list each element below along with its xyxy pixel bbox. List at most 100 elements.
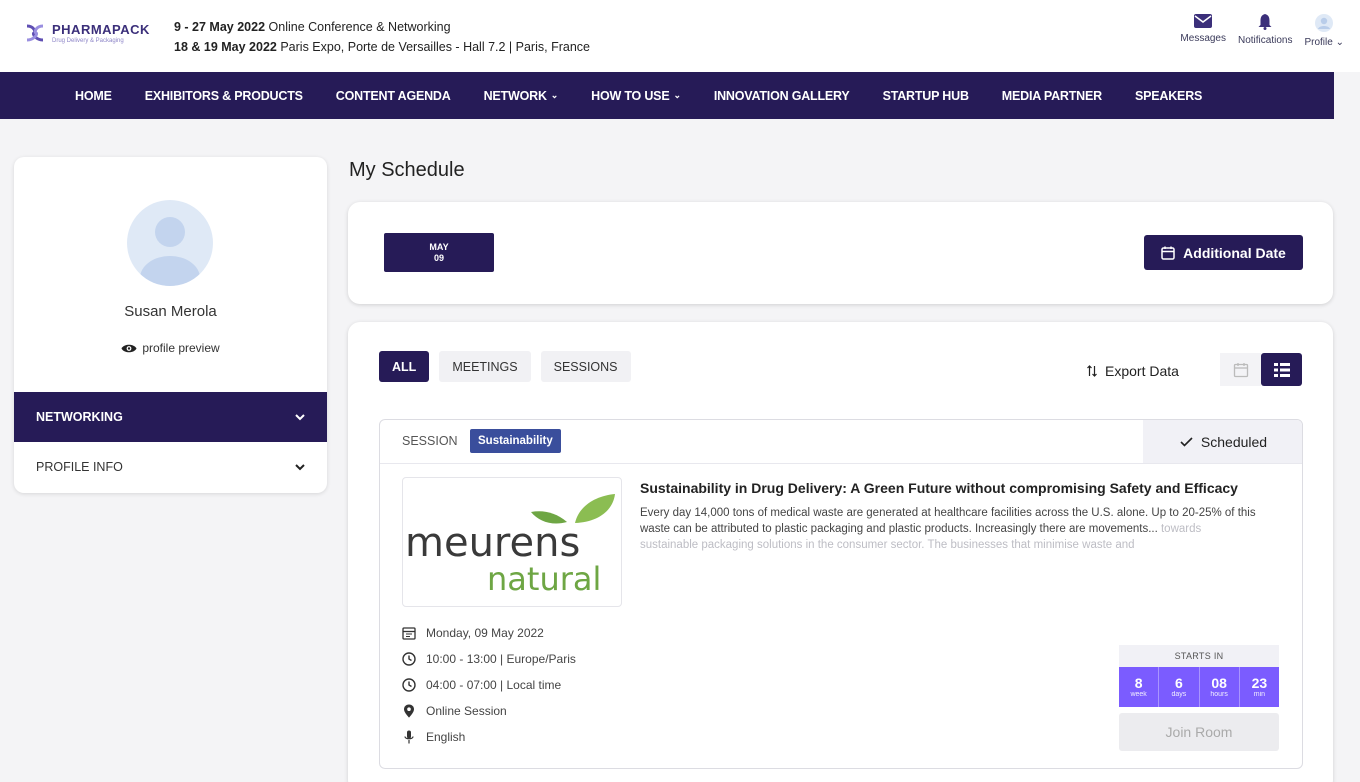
logo-name: PHARMAPACK bbox=[52, 21, 150, 37]
countdown-num: 08 bbox=[1211, 674, 1227, 691]
session-location: Online Session bbox=[402, 698, 576, 724]
countdown-unit: week bbox=[1130, 690, 1147, 698]
date-selector-card: MAY 09 Additional Date bbox=[348, 202, 1333, 304]
logo-word-natural: natural bbox=[487, 560, 601, 598]
countdown-weeks: 8 week bbox=[1119, 667, 1160, 707]
notifications-button[interactable]: Notifications bbox=[1238, 14, 1292, 48]
scheduled-label: Scheduled bbox=[1200, 433, 1268, 450]
nav-innovation-gallery[interactable]: INNOVATION GALLERY bbox=[714, 89, 850, 103]
session-date-text: Monday, 09 May 2022 bbox=[426, 626, 544, 640]
user-name: Susan Merola bbox=[124, 303, 217, 320]
session-type: SESSION bbox=[402, 434, 458, 448]
session-card-header: SESSION Sustainability Scheduled bbox=[380, 420, 1302, 464]
tab-sessions[interactable]: SESSIONS bbox=[540, 351, 631, 382]
session-title[interactable]: Sustainability in Drug Delivery: A Green… bbox=[640, 480, 1280, 496]
countdown-num: 23 bbox=[1251, 674, 1268, 691]
session-language: English bbox=[402, 724, 576, 750]
page-title: My Schedule bbox=[349, 159, 465, 181]
session-card[interactable]: SESSION Sustainability Scheduled meurens… bbox=[379, 419, 1303, 769]
session-event-time: 10:00 - 13:00 | Europe/Paris bbox=[402, 646, 576, 672]
main-nav: HOME EXHIBITORS & PRODUCTS CONTENT AGEND… bbox=[0, 72, 1334, 119]
list-view-button[interactable] bbox=[1261, 353, 1302, 386]
join-room-button[interactable]: Join Room bbox=[1119, 713, 1279, 751]
top-actions: Messages Notifications Profile ⌄ bbox=[1180, 14, 1344, 48]
profile-preview-link[interactable]: profile preview bbox=[14, 341, 327, 355]
session-local-time-text: 04:00 - 07:00 | Local time bbox=[426, 678, 562, 692]
nav-startup-hub[interactable]: STARTUP HUB bbox=[883, 89, 969, 103]
schedule-list-card: ALL MEETINGS SESSIONS Export Data SESSIO… bbox=[348, 322, 1333, 782]
check-icon bbox=[1180, 436, 1193, 447]
nav-how-to-use[interactable]: HOW TO USE ⌄ bbox=[591, 89, 681, 103]
avatar-icon bbox=[1315, 14, 1334, 32]
countdown-hours: 08 hours bbox=[1200, 667, 1240, 707]
logo-sub: Drug Delivery & Packaging bbox=[52, 37, 124, 44]
profile-label: Profile ⌄ bbox=[1304, 37, 1344, 48]
chevron-down-icon bbox=[295, 413, 305, 420]
notifications-label: Notifications bbox=[1238, 35, 1293, 46]
envelope-icon bbox=[1194, 14, 1213, 28]
calendar-view-button[interactable] bbox=[1220, 353, 1261, 386]
additional-date-label: Additional Date bbox=[1183, 244, 1286, 261]
tab-all[interactable]: ALL bbox=[379, 351, 430, 382]
event-online-text: Online Conference & Networking bbox=[268, 20, 451, 34]
calendar-icon bbox=[1161, 246, 1175, 260]
session-date: Monday, 09 May 2022 bbox=[402, 620, 576, 646]
messages-label: Messages bbox=[1180, 33, 1226, 44]
profile-button[interactable]: Profile ⌄ bbox=[1304, 14, 1344, 48]
clock-icon bbox=[402, 652, 416, 666]
nav-network-label: NETWORK bbox=[483, 88, 547, 103]
countdown-num: 8 bbox=[1134, 674, 1143, 691]
sort-arrows-icon bbox=[1087, 365, 1097, 377]
nav-exhibitors[interactable]: EXHIBITORS & PRODUCTS bbox=[145, 89, 303, 103]
sidebar-item-label: NETWORKING bbox=[36, 410, 123, 424]
event-venue-date: 18 & 19 May 2022 bbox=[174, 40, 277, 54]
tab-meetings[interactable]: MEETINGS bbox=[439, 351, 531, 382]
countdown-row: 8 week 6 days 08 hours 23 min bbox=[1119, 667, 1279, 707]
session-event-time-text: 10:00 - 13:00 | Europe/Paris bbox=[426, 652, 576, 666]
sidebar-item-label: PROFILE INFO bbox=[36, 460, 123, 474]
event-online-date: 9 - 27 May 2022 bbox=[174, 20, 266, 34]
calendar-icon bbox=[1233, 362, 1248, 377]
clock-icon bbox=[402, 678, 416, 692]
date-chip-may-09[interactable]: MAY 09 bbox=[384, 233, 494, 272]
logo-mark-icon bbox=[26, 24, 44, 42]
user-silhouette-icon bbox=[140, 217, 200, 286]
nav-network[interactable]: NETWORK ⌄ bbox=[484, 89, 559, 103]
session-tag[interactable]: Sustainability bbox=[470, 429, 561, 453]
event-venue-text: Paris Expo, Porte de Versailles - Hall 7… bbox=[280, 40, 590, 54]
chevron-down-icon: ⌄ bbox=[550, 90, 559, 100]
countdown-unit: min bbox=[1253, 690, 1266, 698]
export-data-button[interactable]: Export Data bbox=[1087, 363, 1179, 379]
countdown-unit: hours bbox=[1210, 690, 1228, 698]
session-description: Every day 14,000 tons of medical waste a… bbox=[640, 505, 1260, 553]
calendar-icon bbox=[402, 627, 416, 640]
filter-tabs: ALL MEETINGS SESSIONS bbox=[379, 351, 631, 382]
view-toggle bbox=[1220, 353, 1302, 386]
session-language-text: English bbox=[426, 730, 466, 744]
sidebar-item-networking[interactable]: NETWORKING bbox=[14, 392, 327, 442]
sponsor-logo: meurens natural bbox=[402, 477, 622, 607]
date-chip-day: 09 bbox=[433, 252, 444, 263]
nav-content-agenda[interactable]: CONTENT AGENDA bbox=[336, 89, 451, 103]
countdown-minutes: 23 min bbox=[1240, 667, 1279, 707]
pharmapack-logo[interactable]: PHARMAPACK Drug Delivery & Packaging bbox=[24, 22, 150, 44]
starts-in-label: STARTS IN bbox=[1119, 645, 1279, 667]
session-meta: Monday, 09 May 2022 10:00 - 13:00 | Euro… bbox=[402, 620, 576, 750]
export-data-label: Export Data bbox=[1105, 363, 1179, 379]
eye-icon bbox=[121, 344, 137, 352]
profile-sidebar: Susan Merola profile preview NETWORKING … bbox=[14, 157, 327, 493]
scheduled-status-button[interactable]: Scheduled bbox=[1143, 420, 1302, 463]
meurens-natural-logo: meurens natural bbox=[405, 494, 615, 598]
chevron-down-icon bbox=[295, 463, 305, 470]
sidebar-item-profile-info[interactable]: PROFILE INFO bbox=[14, 442, 327, 492]
countdown-days: 6 days bbox=[1159, 667, 1200, 707]
event-info: 9 - 27 May 2022 Online Conference & Netw… bbox=[174, 17, 590, 57]
messages-button[interactable]: Messages bbox=[1180, 14, 1226, 48]
top-bar: PHARMAPACK Drug Delivery & Packaging 9 -… bbox=[0, 0, 1360, 72]
map-pin-icon bbox=[404, 704, 414, 718]
additional-date-button[interactable]: Additional Date bbox=[1144, 235, 1303, 270]
nav-media-partner[interactable]: MEDIA PARTNER bbox=[1002, 89, 1102, 103]
nav-speakers[interactable]: SPEAKERS bbox=[1135, 89, 1202, 103]
nav-home[interactable]: HOME bbox=[75, 89, 112, 103]
countdown-widget: STARTS IN 8 week 6 days 08 hours 23 min bbox=[1119, 645, 1279, 751]
